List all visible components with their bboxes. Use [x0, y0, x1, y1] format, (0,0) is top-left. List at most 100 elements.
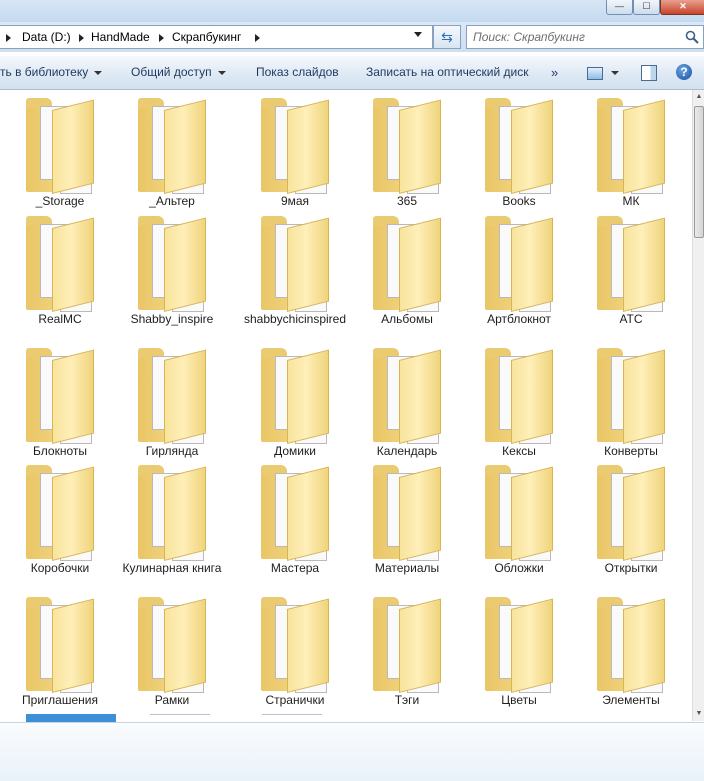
chevron-down-icon[interactable] — [414, 32, 422, 37]
add-to-library-button[interactable]: ть в библиотеку — [0, 56, 103, 89]
folder-icon — [138, 465, 206, 561]
address-row: Data (D:) HandMade Скрапбукинг ⇆ Поиск: … — [0, 22, 704, 52]
folder-item[interactable]: Гирлянда — [124, 340, 220, 464]
folder-label: shabbychicinspired — [243, 312, 347, 326]
folder-label: Открытки — [604, 561, 658, 575]
folder-item[interactable]: Коробочки — [12, 457, 108, 581]
folder-item[interactable]: _Альтер — [124, 90, 220, 214]
folder-item[interactable]: 365 — [359, 90, 455, 214]
share-button[interactable]: Общий доступ — [131, 56, 226, 89]
maximize-button[interactable]: ☐ — [633, 0, 660, 15]
folder-label: Тэги — [394, 693, 420, 707]
close-icon: ✕ — [679, 1, 687, 11]
folder-label: МК — [622, 194, 640, 208]
search-icon[interactable] — [685, 30, 699, 44]
folder-item[interactable]: Альбомы — [359, 208, 455, 332]
chevron-down-icon — [217, 70, 226, 75]
folder-icon — [373, 216, 441, 312]
folder-label: RealMC — [38, 312, 82, 326]
folder-item[interactable]: Артблокнот — [471, 208, 567, 332]
folder-icon — [138, 98, 206, 194]
help-icon[interactable]: ? — [676, 64, 692, 80]
folder-item[interactable]: 9мая — [247, 90, 343, 214]
folder-item[interactable]: Кулинарная книга — [123, 457, 221, 581]
folder-item[interactable]: АТС — [583, 208, 679, 332]
folder-label: Материалы — [374, 561, 440, 575]
chevron-down-icon[interactable] — [611, 71, 619, 75]
folder-icon — [261, 98, 329, 194]
address-bar[interactable]: Data (D:) HandMade Скрапбукинг — [0, 25, 433, 49]
scroll-thumb[interactable] — [694, 106, 704, 238]
folder-item[interactable]: Элементы — [583, 589, 679, 713]
breadcrumb-separator-icon[interactable] — [79, 34, 84, 42]
folder-item[interactable]: _Storage — [12, 90, 108, 214]
folder-label: _Storage — [35, 194, 85, 208]
folder-item[interactable]: RealMC — [12, 208, 108, 332]
folder-icon — [485, 348, 553, 444]
folder-label: Цветы — [501, 693, 537, 707]
breadcrumb-separator-icon[interactable] — [159, 34, 164, 42]
minimize-icon: — — [615, 1, 624, 11]
folder-icon — [485, 597, 553, 693]
title-bar: — ☐ ✕ — [0, 0, 704, 22]
folder-item[interactable]: shabbychicinspired — [244, 208, 346, 332]
folder-label: Рамки — [154, 693, 190, 707]
search-box[interactable]: Поиск: Скрапбукинг — [466, 25, 704, 49]
folder-label: Альбомы — [381, 312, 433, 326]
refresh-button[interactable]: ⇆ — [433, 25, 461, 49]
folder-item[interactable]: МК — [583, 90, 679, 214]
folder-label: Shabby_inspire — [130, 312, 214, 326]
command-bar: ть в библиотеку Общий доступ Показ слайд… — [0, 56, 704, 90]
breadcrumb-current[interactable]: Скрапбукинг — [172, 26, 241, 48]
burn-disc-button[interactable]: Записать на оптический диск — [366, 56, 529, 89]
folder-icon — [485, 465, 553, 561]
folder-item[interactable]: Конверты — [583, 340, 679, 464]
more-commands-button[interactable]: » — [551, 56, 558, 89]
folder-icon — [26, 597, 94, 693]
folder-label: Кулинарная книга — [122, 561, 222, 575]
scroll-down-icon[interactable]: ▼ — [694, 707, 704, 721]
search-input[interactable]: Поиск: Скрапбукинг — [473, 26, 585, 48]
folder-icon — [26, 216, 94, 312]
folder-label: Books — [502, 194, 536, 208]
folder-item[interactable]: Календарь — [359, 340, 455, 464]
slideshow-button[interactable]: Показ слайдов — [256, 56, 339, 89]
breadcrumb-drive[interactable]: Data (D:) — [22, 26, 71, 48]
folder-item[interactable]: Приглашения — [12, 589, 108, 713]
scroll-up-icon[interactable]: ▲ — [694, 90, 704, 104]
folder-item[interactable]: Блокноты — [12, 340, 108, 464]
vertical-scrollbar[interactable]: ▲ ▼ — [692, 90, 704, 721]
folder-item[interactable]: Материалы — [359, 457, 455, 581]
minimize-button[interactable]: — — [606, 0, 633, 15]
folder-item[interactable]: Тэги — [359, 589, 455, 713]
folder-item[interactable]: Домики — [247, 340, 343, 464]
folder-label: Обложки — [494, 561, 544, 575]
folder-item[interactable]: Обложки — [471, 457, 567, 581]
breadcrumb-handmade[interactable]: HandMade — [91, 26, 150, 48]
folder-item[interactable]: Странички — [247, 589, 343, 713]
folder-icon — [485, 216, 553, 312]
folder-icon — [373, 597, 441, 693]
folder-item[interactable]: Мастера — [247, 457, 343, 581]
folder-item[interactable]: Рамки — [124, 589, 220, 713]
folder-item[interactable]: Цветы — [471, 589, 567, 713]
folder-label: 9мая — [280, 194, 310, 208]
folder-icon — [597, 465, 665, 561]
breadcrumb-separator-icon[interactable] — [6, 34, 11, 42]
folder-icon — [138, 597, 206, 693]
folder-icon — [26, 348, 94, 444]
folder-label: Странички — [265, 693, 325, 707]
close-button[interactable]: ✕ — [660, 0, 704, 15]
change-view-icon[interactable] — [587, 67, 603, 80]
breadcrumb-separator-icon[interactable] — [255, 34, 260, 42]
folder-item[interactable]: Открытки — [583, 457, 679, 581]
next-row-item[interactable] — [26, 714, 116, 722]
folder-item[interactable]: Shabby_inspire — [124, 208, 220, 332]
preview-pane-icon[interactable] — [641, 65, 657, 81]
folder-label: АТС — [619, 312, 643, 326]
folder-icon — [373, 348, 441, 444]
share-label: Общий доступ — [131, 65, 212, 79]
folder-item[interactable]: Books — [471, 90, 567, 214]
details-pane — [0, 722, 704, 781]
folder-item[interactable]: Кексы — [471, 340, 567, 464]
